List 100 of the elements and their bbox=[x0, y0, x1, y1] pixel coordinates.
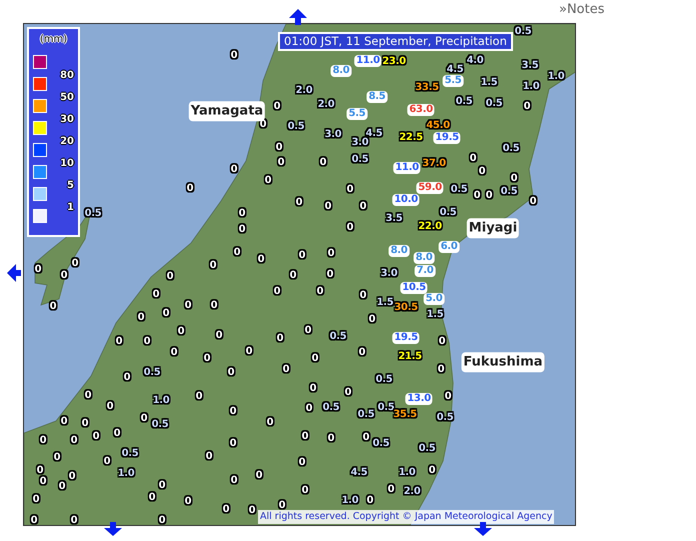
precipitation-value: 5.5 bbox=[346, 108, 368, 120]
precipitation-value: 0 bbox=[324, 201, 332, 213]
precipitation-value: 0 bbox=[244, 346, 254, 358]
precipitation-value: 0 bbox=[222, 504, 230, 516]
precipitation-value: 4.5 bbox=[366, 128, 384, 139]
precipitation-value: 0 bbox=[468, 153, 478, 165]
legend-label: 30 bbox=[59, 112, 74, 126]
precipitation-value: 35.5 bbox=[393, 409, 418, 421]
precipitation-value: 0 bbox=[386, 484, 396, 496]
precipitation-value: 0.5 bbox=[500, 186, 518, 198]
precipitation-value: 1.5 bbox=[480, 77, 498, 89]
precipitation-value: 0 bbox=[272, 101, 282, 113]
precipitation-value: 0 bbox=[30, 515, 38, 525]
down-arrow-icon[interactable] bbox=[104, 522, 122, 536]
precipitation-value: 0 bbox=[304, 403, 314, 415]
precipitation-value: 0 bbox=[228, 406, 238, 418]
precipitation-value: 0 bbox=[358, 290, 368, 302]
precipitation-value: 0 bbox=[344, 387, 352, 399]
precipitation-value: 0.5 bbox=[376, 402, 394, 413]
precipitation-value: 5.5 bbox=[442, 75, 464, 87]
precipitation-value: 0.5 bbox=[350, 154, 370, 166]
precipitation-value: 0 bbox=[228, 438, 238, 450]
precipitation-value: 0 bbox=[58, 481, 66, 493]
precipitation-value: 7.0 bbox=[414, 265, 436, 277]
precipitation-value: 0 bbox=[362, 432, 370, 444]
precipitation-value: 0 bbox=[36, 465, 44, 476]
precipitation-value: 0 bbox=[444, 391, 452, 403]
precipitation-value: 0 bbox=[346, 184, 354, 196]
place-name: Miyagi bbox=[466, 218, 520, 238]
precipitation-value: 0 bbox=[184, 496, 192, 508]
precipitation-value: 0 bbox=[122, 372, 132, 384]
precipitation-value: 0.5 bbox=[502, 143, 520, 155]
precipitation-value: 0 bbox=[184, 300, 192, 312]
precipitation-value: 0 bbox=[278, 500, 286, 512]
precipitation-value: 0 bbox=[368, 314, 376, 326]
precipitation-value: 0 bbox=[276, 333, 284, 345]
precipitation-value: 0 bbox=[232, 247, 242, 259]
precipitation-value: 0.5 bbox=[150, 419, 170, 431]
precipitation-value: 1.0 bbox=[340, 495, 360, 507]
copyright-text: All rights reserved. Copyright © Japan Meteorological Agency bbox=[258, 510, 554, 524]
precipitation-value: 0 bbox=[186, 183, 194, 195]
precipitation-value: 3.0 bbox=[380, 268, 398, 280]
precipitation-value: 0 bbox=[318, 157, 328, 169]
place-name: Fukushima bbox=[461, 352, 545, 372]
precipitation-value: 0 bbox=[300, 485, 310, 497]
precipitation-value: 0.5 bbox=[484, 98, 504, 110]
precipitation-value: 0 bbox=[528, 196, 538, 208]
precipitation-value: 0 bbox=[142, 336, 152, 348]
precipitation-value: 19.5 bbox=[392, 332, 420, 344]
legend-label: 5 bbox=[66, 178, 74, 192]
precipitation-value: 0 bbox=[70, 258, 80, 270]
precipitation-value: 8.0 bbox=[388, 245, 410, 257]
precipitation-value: 0 bbox=[522, 101, 532, 113]
precipitation-value: 0.5 bbox=[438, 207, 458, 219]
down-arrow-icon[interactable] bbox=[474, 522, 492, 536]
precipitation-value: 0 bbox=[438, 336, 446, 348]
precipitation-value: 0 bbox=[194, 391, 204, 403]
precipitation-value: 0 bbox=[300, 431, 310, 443]
legend-label: 20 bbox=[59, 134, 74, 148]
precipitation-value: 0 bbox=[176, 326, 186, 338]
precipitation-value: 1.0 bbox=[152, 395, 170, 407]
precipitation-value: 5.0 bbox=[424, 293, 444, 305]
up-arrow-icon[interactable] bbox=[289, 9, 307, 25]
precipitation-value: 0.5 bbox=[514, 26, 532, 38]
precipitation-value: 0 bbox=[238, 208, 246, 220]
precipitation-value: 0 bbox=[70, 515, 78, 525]
precipitation-value: 0.5 bbox=[374, 374, 394, 386]
precipitation-value: 8.0 bbox=[414, 252, 434, 264]
precipitation-value: 0 bbox=[48, 301, 58, 313]
precipitation-value: 0 bbox=[158, 515, 166, 525]
precipitation-value: 3.5 bbox=[384, 213, 404, 225]
precipitation-value: 0 bbox=[358, 347, 366, 359]
precipitation-value: 0 bbox=[256, 254, 266, 266]
precipitation-value: 0 bbox=[294, 197, 304, 209]
precipitation-value: 0 bbox=[70, 435, 78, 447]
precipitation-value: 22.0 bbox=[417, 221, 443, 233]
precipitation-value: 0 bbox=[326, 433, 336, 445]
precipitation-value: 0 bbox=[230, 475, 238, 487]
left-arrow-icon[interactable] bbox=[7, 264, 21, 282]
precipitation-value: 0 bbox=[208, 260, 218, 272]
precipitation-value: 0 bbox=[84, 390, 92, 402]
precipitation-value: 0 bbox=[478, 166, 486, 178]
notes-link[interactable]: »Notes bbox=[559, 0, 604, 20]
precipitation-value: 33.5 bbox=[414, 82, 440, 94]
legend-label: 80 bbox=[59, 68, 74, 82]
precipitation-value: 0 bbox=[276, 157, 286, 169]
precipitation-value: 3.5 bbox=[520, 60, 540, 72]
place-name: Yamagata bbox=[188, 101, 266, 121]
precipitation-value: 0 bbox=[112, 428, 122, 440]
precipitation-value: 0 bbox=[266, 417, 274, 429]
precipitation-value: 0.5 bbox=[454, 96, 474, 108]
precipitation-value: 0.5 bbox=[142, 367, 162, 379]
precipitation-value: 0 bbox=[230, 50, 238, 62]
precipitation-value: 1.0 bbox=[398, 467, 416, 479]
precipitation-value: 0 bbox=[346, 222, 354, 234]
precipitation-value: 0.5 bbox=[418, 443, 436, 455]
precipitation-value: 0.5 bbox=[356, 409, 376, 421]
precipitation-value: 0 bbox=[140, 413, 148, 425]
precipitation-value: 0 bbox=[166, 271, 174, 283]
precipitation-value: 22.5 bbox=[398, 132, 424, 144]
